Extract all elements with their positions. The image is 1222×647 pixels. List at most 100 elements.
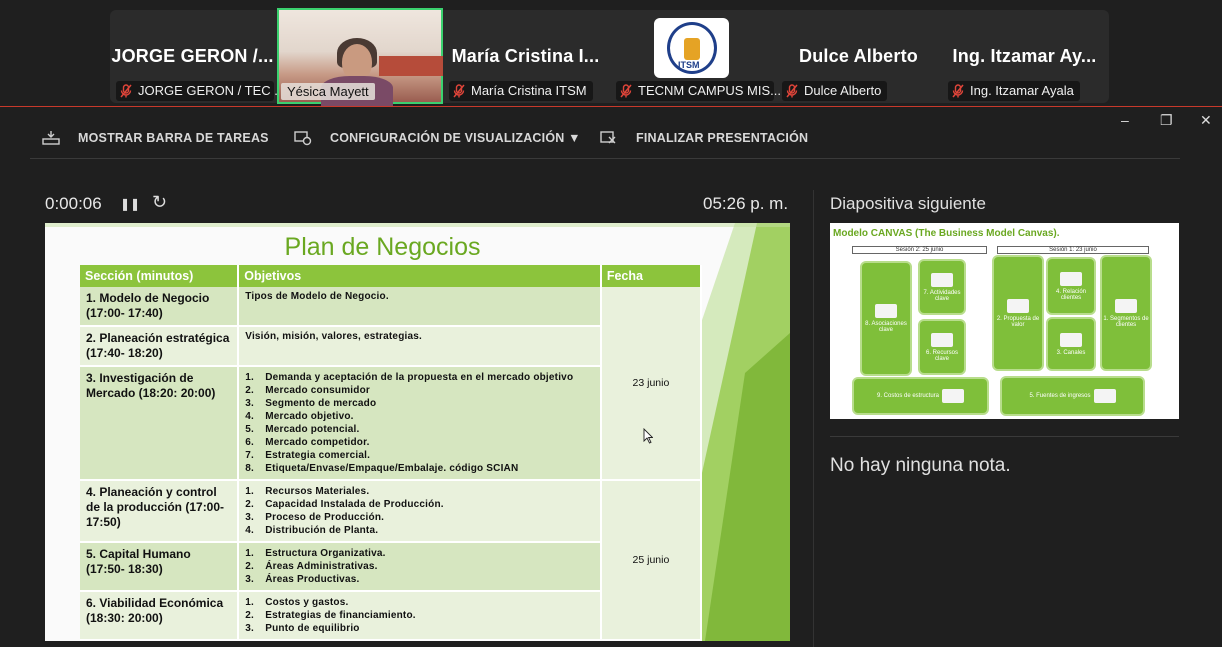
canvas-block: 3. Canales <box>1046 317 1096 371</box>
canvas-block: 1. Segmentos de clientes <box>1100 255 1152 371</box>
list-item: 8. Etiqueta/Envase/Empaque/Embalaje. códi… <box>245 463 519 474</box>
list-item: 4. Mercado objetivo. <box>245 411 354 422</box>
participant-name-display: JORGE GERON /... <box>111 46 274 66</box>
objective-text: Tipos de Modelo de Negocio. <box>245 291 389 302</box>
canvas-block-label: 8. Asociaciones clave <box>865 321 907 333</box>
end-presentation-button[interactable]: FINALIZAR PRESENTACIÓN <box>600 130 808 146</box>
list-item: 2. Capacidad Instalada de Producción. <box>245 499 444 510</box>
canvas-block: 8. Asociaciones clave <box>860 261 912 376</box>
display-settings-icon <box>294 131 312 146</box>
list-item: 2. Áreas Administrativas. <box>245 561 378 572</box>
pause-icon[interactable]: ❚❚ <box>120 197 140 211</box>
objective-text: Etiqueta/Envase/Empaque/Embalaje. código… <box>265 463 519 474</box>
list-item: 3. Punto de equilibrio <box>245 623 360 634</box>
participant-tile[interactable]: Ing. Itzamar Ay... Ing. Itzamar Ayala <box>942 10 1107 103</box>
canvas-block-label: 6. Recursos clave <box>925 349 958 362</box>
participant-label: María Cristina ITSM <box>449 81 593 101</box>
mic-muted-icon <box>120 84 132 98</box>
participant-label: Yésica Mayett <box>281 83 375 100</box>
table-row: 1. Modelo de Negocio (17:00- 17:40) Tipos… <box>80 287 703 481</box>
participants-strip: JORGE GERON /... JORGE GERON / TEC ... M… <box>110 10 1109 103</box>
objective-text: Distribución de Planta. <box>265 525 379 536</box>
participant-video-active[interactable]: Yésica Mayett <box>277 8 443 106</box>
participant-label-text: María Cristina ITSM <box>471 83 587 98</box>
display-settings-label: CONFIGURACIÓN DE VISUALIZACIÓN ▼ <box>330 131 581 145</box>
canvas-block: 4. Relación clientes <box>1046 257 1096 315</box>
list-item: 3. Áreas Productivas. <box>245 574 360 585</box>
current-time: 05:26 p. m. <box>703 194 789 213</box>
objective-text: Recursos Materiales. <box>265 486 370 497</box>
objective-text: Áreas Administrativas. <box>265 561 378 572</box>
reset-timer-icon[interactable]: ↻ <box>152 192 167 213</box>
list-item: 1. Recursos Materiales. <box>245 486 370 497</box>
objective-text: Costos y gastos. <box>265 597 349 608</box>
current-slide[interactable]: Plan de Negocios Sección (minutos) Objet… <box>45 223 790 641</box>
participant-label: Dulce Alberto <box>782 81 888 101</box>
objectives-list: 1. Recursos Materiales. 2. Capacidad Instal… <box>245 485 594 537</box>
list-item: 1. Estructura Organizativa. <box>245 548 386 559</box>
participant-label-text: Ing. Itzamar Ayala <box>970 83 1074 98</box>
participants-bar: JORGE GERON /... JORGE GERON / TEC ... M… <box>0 0 1222 107</box>
canvas-block-label: 4. Relación clientes <box>1055 288 1087 301</box>
presenter-toolbar: MOSTRAR BARRA DE TAREAS CONFIGURACIÓN DE… <box>0 108 1222 160</box>
elapsed-timer: 0:00:06 <box>45 194 102 213</box>
display-settings-button[interactable]: CONFIGURACIÓN DE VISUALIZACIÓN ▼ <box>294 130 581 146</box>
end-presentation-label: FINALIZAR PRESENTACIÓN <box>636 131 809 145</box>
participant-name-display: Ing. Itzamar Ay... <box>952 46 1097 66</box>
objective-text: Capacidad Instalada de Producción. <box>265 499 444 510</box>
objective-text: Punto de equilibrio <box>265 623 360 634</box>
next-slide-thumbnail[interactable]: Modelo CANVAS (The Business Model Canvas… <box>830 223 1179 419</box>
section-cell: 5. Capital Humano (17:50- 18:30) <box>80 542 240 592</box>
objectives-cell: 1. Recursos Materiales. 2. Capacidad Instal… <box>238 480 602 543</box>
canvas-block: 6. Recursos clave <box>918 319 966 375</box>
next-slide-title: Modelo CANVAS (The Business Model Canvas… <box>833 228 1060 239</box>
objectives-cell: 1. Costos y gastos. 2. Estrategias de finan… <box>238 591 602 641</box>
canvas-block: 5. Fuentes de ingresos <box>1000 376 1145 416</box>
show-taskbar-label: MOSTRAR BARRA DE TAREAS <box>78 131 269 145</box>
objective-text: Mercado consumidor <box>265 385 370 396</box>
participant-tile[interactable]: Dulce Alberto Dulce Alberto <box>776 10 941 103</box>
close-icon[interactable]: ✕ <box>1200 112 1212 129</box>
list-item: 3. Segmento de mercado <box>245 398 377 409</box>
minimize-icon[interactable]: – <box>1121 112 1129 128</box>
list-item: 3. Proceso de Producción. <box>245 512 385 523</box>
list-item: 2. Estrategias de financiamiento. <box>245 610 416 621</box>
objective-text: Estrategias de financiamiento. <box>265 610 416 621</box>
mic-muted-icon <box>952 84 964 98</box>
header-section: Sección (minutos) <box>80 265 240 287</box>
logo-text: ITSM <box>678 60 700 70</box>
list-item: 2. Mercado consumidor <box>245 385 370 396</box>
canvas-block-label: 7. Actividades clave <box>923 289 961 302</box>
canvas-block-label: 2. Propuesta de valor <box>996 315 1040 328</box>
date-cell: 23 junio <box>600 287 703 481</box>
participant-name-display: Dulce Alberto <box>799 46 918 66</box>
speaker-notes: No hay ninguna nota. <box>830 455 1011 476</box>
date-cell: 25 junio <box>600 480 703 641</box>
section-cell: 2. Planeación estratégica (17:40- 18:20) <box>80 326 240 367</box>
objective-text: Mercado potencial. <box>265 424 360 435</box>
objective-text: Estructura Organizativa. <box>265 548 386 559</box>
session-1-label: Sesión 1: 23 junio <box>997 246 1149 254</box>
objective-text: Visión, misión, valores, estrategias. <box>245 331 422 342</box>
notes-divider <box>830 436 1179 437</box>
show-taskbar-button[interactable]: MOSTRAR BARRA DE TAREAS <box>42 130 269 146</box>
participant-tile[interactable]: ITSM TECNM CAMPUS MIS... <box>610 10 781 103</box>
objective-text: Proceso de Producción. <box>265 512 385 523</box>
mic-muted-icon <box>620 84 632 98</box>
toolbar-divider <box>30 158 1180 159</box>
participant-tile[interactable]: JORGE GERON /... JORGE GERON / TEC ... <box>110 10 285 103</box>
participant-tile[interactable]: María Cristina I... María Cristina ITSM <box>443 10 608 103</box>
canvas-block: 7. Actividades clave <box>918 259 966 315</box>
restore-icon[interactable]: ❐ <box>1160 112 1173 129</box>
objectives-cell: Tipos de Modelo de Negocio. <box>238 287 602 327</box>
participant-label-text: JORGE GERON / TEC ... <box>138 83 286 98</box>
list-item: 7. Estrategia comercial. <box>245 450 371 461</box>
objectives-list: 1. Demanda y aceptación de la propuesta e… <box>245 371 594 475</box>
list-item: 5. Mercado potencial. <box>245 424 360 435</box>
slide-title: Plan de Negocios <box>284 233 481 261</box>
list-item: 6. Mercado competidor. <box>245 437 370 448</box>
header-date: Fecha <box>600 265 703 287</box>
section-cell: 1. Modelo de Negocio (17:00- 17:40) <box>80 287 240 327</box>
mic-muted-icon <box>786 84 798 98</box>
list-item: 1. Costos y gastos. <box>245 597 349 608</box>
